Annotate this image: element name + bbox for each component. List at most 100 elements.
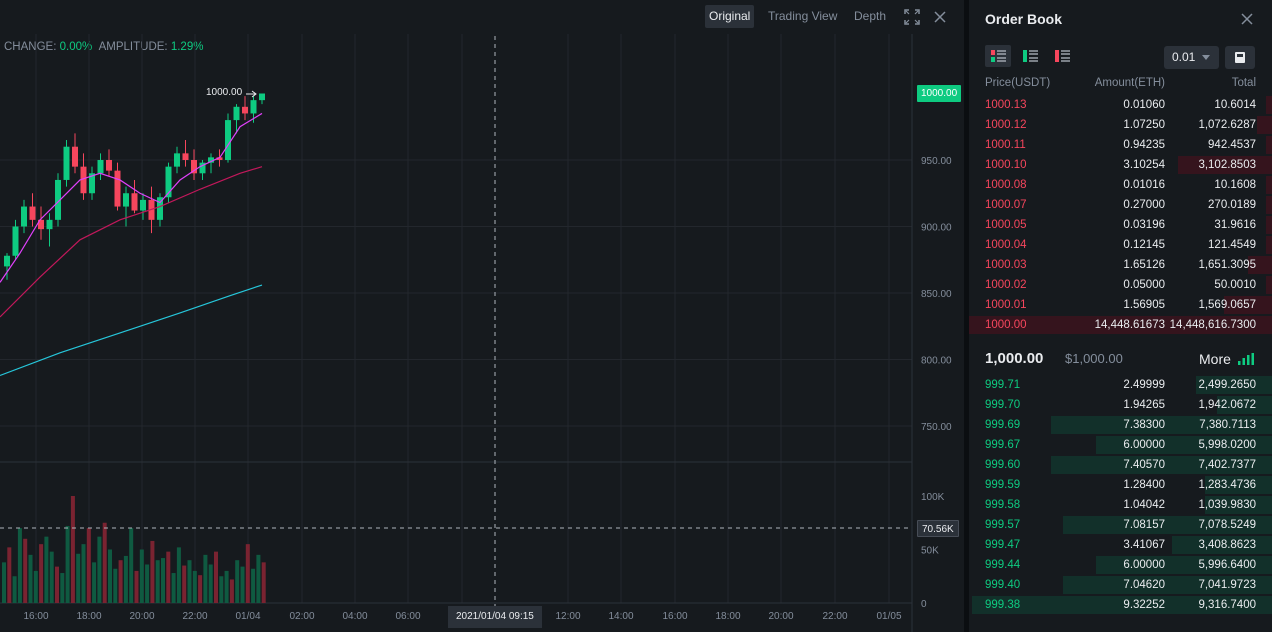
ask-amount: 0.27000 [1123, 199, 1165, 211]
ask-total: 1,072.6287 [1198, 119, 1256, 131]
ask-row[interactable]: 1000.11 0.94235 942.4537 [969, 135, 1272, 155]
ask-row[interactable]: 1000.10 3.10254 3,102.8503 [969, 155, 1272, 175]
ask-row[interactable]: 1000.07 0.27000 270.0189 [969, 195, 1272, 215]
bid-total: 2,499.2650 [1198, 379, 1256, 391]
ask-row[interactable]: 1000.04 0.12145 121.4549 [969, 235, 1272, 255]
depth-bar [1266, 136, 1272, 154]
order-book-bids-icon[interactable] [1017, 45, 1043, 67]
ma25-line [0, 166, 263, 318]
tab-original[interactable]: Original [705, 5, 755, 28]
time-axis-label: 14:00 [608, 611, 633, 622]
more-button[interactable]: More [1199, 351, 1231, 367]
ask-row[interactable]: 1000.05 0.03196 31.9616 [969, 215, 1272, 235]
candle-body [174, 153, 180, 167]
ask-total: 10.1608 [1214, 179, 1256, 191]
candle-body [12, 226, 19, 256]
ask-price: 1000.13 [985, 99, 1027, 111]
volume-bar [256, 554, 261, 603]
volume-bar [198, 575, 203, 603]
fullscreen-icon[interactable] [903, 8, 921, 26]
ask-price: 1000.01 [985, 299, 1027, 311]
settings-icon[interactable] [1225, 46, 1255, 69]
bid-amount: 1.04042 [1123, 499, 1165, 511]
bid-price: 999.71 [985, 379, 1021, 391]
ask-price: 1000.02 [985, 279, 1027, 291]
price-axis-label: 800.00 [921, 356, 952, 367]
time-axis-label: 18:00 [76, 611, 101, 622]
bid-total: 5,998.0200 [1198, 439, 1256, 451]
precision-select[interactable]: 0.01 [1164, 46, 1219, 69]
bid-row[interactable]: 999.40 7.04620 7,041.9723 [969, 575, 1272, 595]
price-axis-label: 950.00 [921, 156, 952, 167]
signal-bars-icon[interactable] [1238, 353, 1254, 365]
candle-body [4, 255, 10, 267]
close-icon[interactable] [931, 8, 949, 26]
volume-bar [65, 525, 70, 603]
volume-bar [261, 562, 266, 603]
volume-axis-label: 100K [921, 492, 945, 503]
volume-bar [76, 553, 81, 603]
volume-bar [39, 544, 44, 603]
ask-price: 1000.11 [985, 139, 1026, 151]
close-icon[interactable] [1239, 11, 1255, 27]
bid-amount: 6.00000 [1123, 439, 1165, 451]
tab-depth[interactable]: Depth [850, 5, 890, 28]
ask-amount: 0.94235 [1123, 139, 1165, 151]
bid-row[interactable]: 999.69 7.38300 7,380.7113 [969, 415, 1272, 435]
candle-body [63, 146, 70, 180]
ask-price: 1000.08 [985, 179, 1027, 191]
ask-amount: 0.03196 [1123, 219, 1165, 231]
bid-row[interactable]: 999.58 1.04042 1,039.9830 [969, 495, 1272, 515]
volume-bar [214, 551, 218, 603]
ask-total: 14,448,616.7300 [1169, 319, 1256, 331]
bid-row[interactable]: 999.71 2.49999 2,499.2650 [969, 375, 1272, 395]
ask-row[interactable]: 1000.01 1.56905 1,569.0657 [969, 295, 1272, 315]
candle-body [123, 193, 129, 207]
bid-row[interactable]: 999.59 1.28400 1,283.4736 [969, 475, 1272, 495]
volume-bar [182, 565, 187, 603]
amount-column-header: Amount(ETH) [1094, 77, 1165, 89]
crosshair-time-label: 2021/01/04 09:15 [448, 606, 542, 628]
ask-row[interactable]: 1000.08 0.01016 10.1608 [969, 175, 1272, 195]
ask-row[interactable]: 1000.03 1.65126 1,651.3095 [969, 255, 1272, 275]
bid-row[interactable]: 999.44 6.00000 5,996.6400 [969, 555, 1272, 575]
ask-row[interactable]: 1000.02 0.05000 50.0010 [969, 275, 1272, 295]
candlestick-chart[interactable]: 950.00 900.00 850.00 800.00 750.00 100K 50K 0 16… [0, 34, 964, 632]
bid-row[interactable]: 999.60 7.40570 7,402.7377 [969, 455, 1272, 475]
order-book-both-icon[interactable] [985, 45, 1011, 67]
order-book-asks-icon[interactable] [1049, 45, 1075, 67]
bid-price: 999.67 [985, 439, 1021, 451]
bid-amount: 9.32252 [1123, 599, 1165, 611]
bid-total: 1,942.0672 [1198, 399, 1256, 411]
ask-total: 121.4549 [1208, 239, 1256, 251]
bid-row[interactable]: 999.57 7.08157 7,078.5249 [969, 515, 1272, 535]
ask-row[interactable]: 1000.12 1.07250 1,072.6287 [969, 115, 1272, 135]
total-column-header: Total [1231, 77, 1256, 89]
ask-total: 31.9616 [1214, 219, 1256, 231]
bid-row[interactable]: 999.38 9.32252 9,316.7400 [969, 595, 1272, 615]
order-book-mid-price: 1,000.00 $1,000.00 More [969, 345, 1272, 373]
volume-bar [229, 579, 234, 603]
ask-price: 1000.12 [985, 119, 1027, 131]
candle-body [225, 120, 231, 160]
ask-total: 1,569.0657 [1198, 299, 1256, 311]
ask-row[interactable]: 1000.00 14,448.61673 14,448,616.7300 [969, 315, 1272, 335]
bid-row[interactable]: 999.70 1.94265 1,942.0672 [969, 395, 1272, 415]
volume-bar [145, 564, 150, 603]
ma99-line [0, 284, 263, 377]
depth-bar [1266, 276, 1272, 294]
ask-row[interactable]: 1000.13 0.01060 10.6014 [969, 95, 1272, 115]
bid-row[interactable]: 999.47 3.41067 3,408.8623 [969, 535, 1272, 555]
volume-bar [81, 544, 86, 603]
volume-bar [161, 558, 165, 603]
volume-bar [33, 570, 38, 603]
ma7-line [0, 112, 263, 283]
volume-bar [245, 544, 250, 603]
candle-body [72, 146, 78, 167]
tab-trading-view[interactable]: Trading View [764, 5, 841, 28]
bid-total: 1,039.9830 [1198, 499, 1256, 511]
price-column-header: Price(USDT) [985, 77, 1051, 89]
ask-amount: 3.10254 [1123, 159, 1165, 171]
bid-row[interactable]: 999.67 6.00000 5,998.0200 [969, 435, 1272, 455]
volume-bar [155, 560, 160, 603]
